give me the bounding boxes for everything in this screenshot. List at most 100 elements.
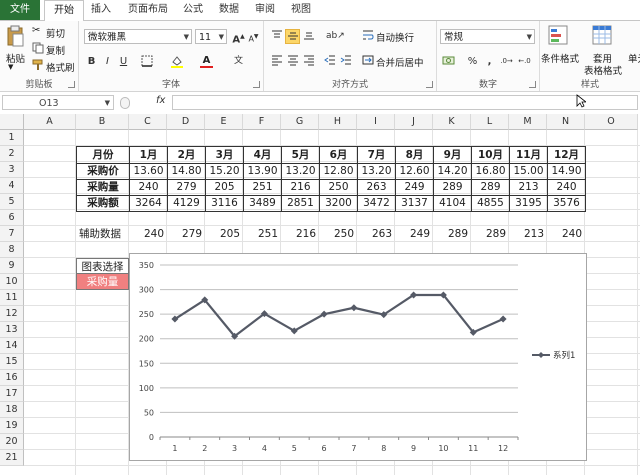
table-cell[interactable]: 月份 <box>77 147 130 164</box>
row-header[interactable]: 18 <box>0 402 24 418</box>
table-cell[interactable]: 4104 <box>434 195 472 212</box>
table-cell[interactable]: 13.20 <box>358 163 396 180</box>
table-cell[interactable]: 14.20 <box>434 163 472 180</box>
table-cell[interactable]: 1月 <box>130 147 168 164</box>
cell-styles-button[interactable]: 单元 <box>628 51 640 65</box>
table-format-button-line2[interactable]: 表格格式 <box>584 63 622 77</box>
comma-icon[interactable]: , <box>482 54 497 69</box>
merge-center-button[interactable]: 合并后居中 <box>376 55 424 69</box>
font-name-combo[interactable]: 微软雅黑 ▼ <box>84 29 192 44</box>
column-header[interactable]: L <box>471 114 509 130</box>
table-cell[interactable]: 3116 <box>206 195 244 212</box>
row-header[interactable]: 12 <box>0 306 24 322</box>
table-cell[interactable]: 3472 <box>358 195 396 212</box>
tab-review[interactable]: 审阅 <box>250 0 280 20</box>
decrease-decimal-icon[interactable]: ←.0 <box>517 54 532 69</box>
table-cell[interactable]: 4月 <box>244 147 282 164</box>
table-cell[interactable]: 251 <box>244 179 282 196</box>
table-cell[interactable]: 2月 <box>168 147 206 164</box>
table-cell[interactable]: 15.20 <box>206 163 244 180</box>
table-cell[interactable]: 3264 <box>130 195 168 212</box>
chart-select-dropdown[interactable]: 采购量 <box>76 274 129 290</box>
name-box[interactable]: O13 ▼ <box>2 95 114 110</box>
table-cell[interactable]: 8月 <box>396 147 434 164</box>
merge-center-icon[interactable] <box>360 54 375 69</box>
paste-icon[interactable] <box>6 25 24 47</box>
aux-data-cell[interactable]: 216 <box>281 226 319 242</box>
table-cell[interactable]: 3200 <box>320 195 358 212</box>
phonetic-icon[interactable]: 文 <box>231 54 246 69</box>
aux-data-cell[interactable]: 249 <box>395 226 433 242</box>
table-cell[interactable]: 213 <box>510 179 548 196</box>
table-cell[interactable]: 5月 <box>282 147 320 164</box>
tab-file[interactable]: 文件 <box>0 0 40 20</box>
align-top-icon[interactable] <box>269 29 284 44</box>
column-header[interactable]: G <box>281 114 319 130</box>
row-header[interactable]: 21 <box>0 450 24 466</box>
table-cell[interactable]: 采购量 <box>77 179 130 196</box>
table-cell[interactable]: 4855 <box>472 195 510 212</box>
column-header[interactable]: J <box>395 114 433 130</box>
table-cell[interactable]: 10月 <box>472 147 510 164</box>
font-size-combo[interactable]: 11 ▼ <box>195 29 227 44</box>
wrap-text-button[interactable]: 自动换行 <box>376 30 414 44</box>
table-cell[interactable]: 13.90 <box>244 163 282 180</box>
decrease-indent-icon[interactable] <box>322 54 337 69</box>
table-cell[interactable]: 14.90 <box>548 163 586 180</box>
table-cell[interactable]: 3137 <box>396 195 434 212</box>
row-header[interactable]: 9 <box>0 258 24 274</box>
font-launcher-icon[interactable] <box>253 81 260 88</box>
row-header[interactable]: 3 <box>0 162 24 178</box>
select-all-corner[interactable] <box>0 114 24 130</box>
table-cell[interactable]: 12.80 <box>320 163 358 180</box>
table-cell[interactable]: 249 <box>396 179 434 196</box>
line-chart[interactable]: 0 50 100 150 200 250 300 350 1 2 3 4 5 6 7 8 9 10 11 12 系列1 <box>129 253 587 461</box>
row-header[interactable]: 6 <box>0 210 24 226</box>
percent-icon[interactable]: % <box>465 54 480 69</box>
row-header[interactable]: 19 <box>0 418 24 434</box>
conditional-format-button[interactable]: 条件格式 <box>541 51 579 65</box>
decrease-font-icon[interactable]: A▼ <box>246 29 261 44</box>
table-cell[interactable]: 263 <box>358 179 396 196</box>
column-header[interactable]: F <box>243 114 281 130</box>
table-cell[interactable]: 250 <box>320 179 358 196</box>
table-cell[interactable]: 15.00 <box>510 163 548 180</box>
align-middle-icon[interactable] <box>285 29 300 44</box>
table-cell[interactable]: 6月 <box>320 147 358 164</box>
table-cell[interactable]: 12.60 <box>396 163 434 180</box>
currency-icon[interactable] <box>441 54 456 69</box>
table-cell[interactable]: 采购价 <box>77 163 130 180</box>
table-cell[interactable]: 3月 <box>206 147 244 164</box>
table-cell[interactable]: 205 <box>206 179 244 196</box>
row-header[interactable]: 7 <box>0 226 24 242</box>
row-header[interactable]: 11 <box>0 290 24 306</box>
table-cell[interactable]: 12月 <box>548 147 586 164</box>
tab-page-layout[interactable]: 页面布局 <box>122 0 174 20</box>
italic-icon[interactable]: I <box>100 54 115 69</box>
align-right-icon[interactable] <box>301 54 316 69</box>
orientation-icon[interactable]: ab↗ <box>326 29 345 44</box>
column-header[interactable]: C <box>129 114 167 130</box>
align-center-icon[interactable] <box>285 54 300 69</box>
table-cell[interactable]: 13.60 <box>130 163 168 180</box>
copy-button[interactable]: 复制 <box>46 43 65 57</box>
table-cell[interactable]: 289 <box>434 179 472 196</box>
increase-font-icon[interactable]: A▲ <box>231 29 246 45</box>
cut-button[interactable]: 剪切 <box>46 26 65 40</box>
column-header[interactable]: M <box>509 114 547 130</box>
row-header[interactable]: 13 <box>0 322 24 338</box>
paste-dropdown-icon[interactable]: ▼ <box>8 63 13 71</box>
column-header[interactable]: O <box>585 114 638 130</box>
row-header[interactable]: 20 <box>0 434 24 450</box>
tab-formulas[interactable]: 公式 <box>178 0 208 20</box>
number-format-combo[interactable]: 常规 ▼ <box>440 29 535 44</box>
column-header[interactable]: A <box>24 114 76 130</box>
insert-function-icon[interactable]: fx <box>156 95 165 106</box>
align-left-icon[interactable] <box>269 54 284 69</box>
underline-icon[interactable]: U <box>116 54 131 69</box>
row-header[interactable]: 2 <box>0 146 24 162</box>
formula-bar-splitter[interactable] <box>120 97 130 109</box>
table-cell[interactable]: 3195 <box>510 195 548 212</box>
align-bottom-icon[interactable] <box>301 29 316 44</box>
column-header[interactable]: E <box>205 114 243 130</box>
